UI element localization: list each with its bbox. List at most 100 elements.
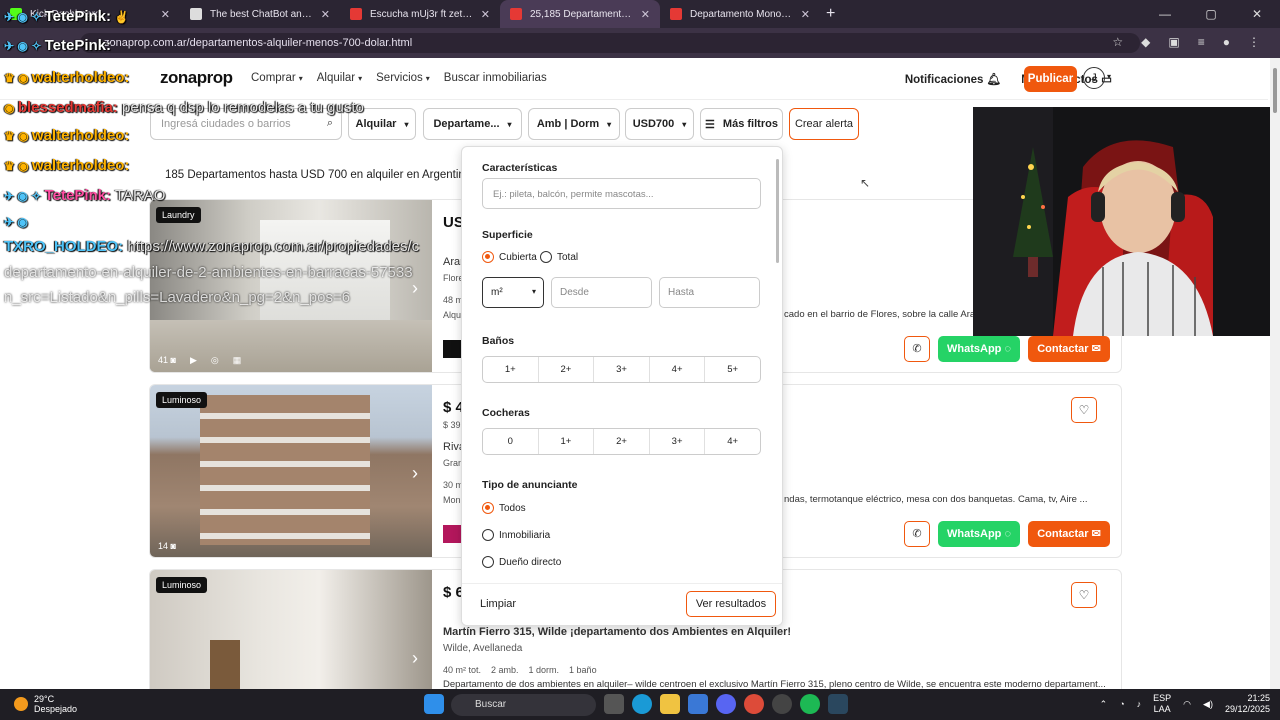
panel-scrollbar[interactable] (776, 159, 779, 263)
puzzle-icon[interactable]: ▣ (1168, 35, 1179, 49)
radio-dueno-directo[interactable]: Dueño directo (482, 556, 561, 568)
cocheras-option[interactable]: 4+ (705, 429, 760, 454)
wifi-icon[interactable]: ◠ (1183, 699, 1191, 710)
call-button[interactable]: ✆ (904, 521, 930, 547)
banos-option[interactable]: 3+ (594, 357, 650, 382)
close-tab-icon[interactable]: ✕ (321, 8, 330, 21)
chrome-icon[interactable] (744, 694, 764, 714)
tab-monoambiente[interactable]: Departamento Monoambiente ✕ (660, 0, 820, 28)
mic-icon[interactable]: ♪ (1137, 699, 1142, 709)
operation-label: Alquilar (355, 118, 397, 130)
tab-chatbot[interactable]: The best ChatBot and Widgets ✕ (180, 0, 340, 28)
banos-option[interactable]: 1+ (483, 357, 539, 382)
weather-widget[interactable]: 29°C Despejado (14, 694, 77, 714)
avatar[interactable]: J (1083, 67, 1105, 89)
store-icon[interactable] (688, 694, 708, 714)
bookmark-star-icon[interactable]: ☆ (1112, 35, 1123, 49)
close-tab-icon[interactable]: ✕ (161, 8, 170, 21)
minimize-button[interactable]: — (1142, 0, 1188, 28)
extension-icon[interactable]: ◆ (1141, 35, 1150, 49)
volume-icon[interactable]: ◀) (1203, 699, 1213, 710)
profile-icon[interactable]: ● (1223, 35, 1230, 49)
language-indicator[interactable]: ESP LAA (1153, 693, 1171, 715)
nav-buscar-inmobiliarias[interactable]: Buscar inmobiliarias (444, 72, 547, 84)
notifications-link[interactable]: Notificaciones 🔔︎ (905, 72, 1001, 86)
chevron-down-icon[interactable]: ▾ (1107, 72, 1111, 81)
task-view-icon[interactable] (604, 694, 624, 714)
area-from-input[interactable]: Desde (551, 277, 652, 308)
close-tab-icon[interactable]: ✕ (801, 8, 810, 21)
menu-icon[interactable]: ≡ (1198, 35, 1205, 49)
contact-button[interactable]: Contactar ✉ (1028, 521, 1110, 547)
listing-title[interactable]: Martín Fierro 315, Wilde ¡departamento d… (443, 626, 791, 638)
file-explorer-icon[interactable] (660, 694, 680, 714)
nav-alquilar[interactable]: Alquilar ▾ (317, 72, 362, 84)
nav-servicios[interactable]: Servicios ▾ (376, 72, 430, 84)
area-to-input[interactable]: Hasta (659, 277, 760, 308)
whatsapp-label: WhatsApp (947, 528, 1002, 540)
banos-selector: 1+ 2+ 3+ 4+ 5+ (482, 356, 761, 383)
url-field[interactable]: zonaprop.com.ar/departamentos-alquiler-m… (80, 33, 1140, 53)
chevron-right-icon[interactable]: › (412, 463, 418, 484)
search-icon[interactable]: ⌕ (327, 117, 333, 130)
banos-option[interactable]: 2+ (539, 357, 595, 382)
tab-zonaprop-active[interactable]: 25,185 Departamentos hasta U ✕ (500, 0, 660, 28)
new-tab-icon[interactable]: + (826, 5, 835, 23)
maximize-button[interactable]: ▢ (1188, 0, 1234, 28)
taskbar-search[interactable]: Buscar (451, 694, 596, 716)
radio-inmobiliaria[interactable]: Inmobiliaria (482, 529, 550, 541)
chat-username: walterholdeo: (31, 157, 130, 174)
more-filters-button[interactable]: ☰ Más filtros (700, 108, 783, 140)
favorite-heart-icon[interactable]: ♡ (1071, 397, 1097, 423)
banos-option[interactable]: 5+ (705, 357, 760, 382)
cocheras-option[interactable]: 0 (483, 429, 539, 454)
cocheras-option[interactable]: 1+ (539, 429, 595, 454)
app-icon[interactable] (772, 694, 792, 714)
youtube-favicon-icon (350, 8, 362, 20)
ver-resultados-button[interactable]: Ver resultados (686, 591, 776, 617)
price-dropdown[interactable]: USD700 ▾ (625, 108, 694, 140)
spotify-icon[interactable] (800, 694, 820, 714)
banos-option[interactable]: 4+ (650, 357, 706, 382)
rooms-dropdown[interactable]: Amb | Dorm ▾ (528, 108, 620, 140)
cocheras-option[interactable]: 3+ (650, 429, 706, 454)
caracteristicas-input[interactable]: Ej.: pileta, balcón, permite mascotas... (482, 178, 761, 209)
close-tab-icon[interactable]: ✕ (641, 8, 650, 21)
scroll-thumb[interactable] (1273, 68, 1277, 113)
chevron-right-icon[interactable]: › (412, 648, 418, 669)
window-controls: — ▢ ✕ (1142, 0, 1280, 28)
page-scrollbar[interactable] (1270, 58, 1280, 689)
nav-comprar[interactable]: Comprar ▾ (251, 72, 303, 84)
cocheras-option[interactable]: 2+ (594, 429, 650, 454)
more-icon[interactable]: ⋮ (1248, 35, 1260, 49)
close-tab-icon[interactable]: ✕ (481, 8, 490, 21)
whatsapp-button[interactable]: WhatsApp ◌ (938, 521, 1020, 547)
unit-select[interactable]: m² ▾ (482, 277, 544, 308)
steam-icon[interactable] (828, 694, 848, 714)
radio-cubierta[interactable]: Cubierta (482, 251, 537, 263)
zonaprop-logo[interactable]: zonaprop (160, 68, 233, 88)
property-type-dropdown[interactable]: Departame... ▾ (423, 108, 522, 140)
contact-button[interactable]: Contactar ✉ (1028, 336, 1110, 362)
discord-icon[interactable] (716, 694, 736, 714)
listing-photo[interactable]: Luminoso › (150, 570, 432, 698)
publicar-button[interactable]: Publicar (1024, 66, 1077, 92)
clock[interactable]: 21:25 29/12/2025 (1225, 693, 1270, 715)
more-filters-label: Más filtros (722, 118, 778, 130)
tray-expand-icon[interactable]: ⌃ (1100, 699, 1108, 710)
close-window-button[interactable]: ✕ (1234, 0, 1280, 28)
radio-total[interactable]: Total (540, 251, 578, 263)
radio-todos[interactable]: Todos (482, 502, 526, 514)
whatsapp-button[interactable]: WhatsApp ◌ (938, 336, 1020, 362)
edge-icon[interactable] (632, 694, 652, 714)
listing-photo[interactable]: Luminoso › 14 ◙ (150, 385, 432, 557)
create-alert-button[interactable]: Crear alerta (789, 108, 859, 140)
call-button[interactable]: ✆ (904, 336, 930, 362)
windows-start-icon[interactable] (424, 694, 444, 714)
favorite-heart-icon[interactable]: ♡ (1071, 582, 1097, 608)
network-icon[interactable]: ◔ (1119, 699, 1124, 709)
tab-youtube[interactable]: Escucha mUj3r ft zetkAww de g ✕ (340, 0, 500, 28)
chevron-right-icon[interactable]: › (412, 278, 418, 299)
listing-photo[interactable]: Laundry › 41 ◙ ▶ ◎ ▦ (150, 200, 432, 372)
limpiar-button[interactable]: Limpiar (480, 598, 516, 610)
